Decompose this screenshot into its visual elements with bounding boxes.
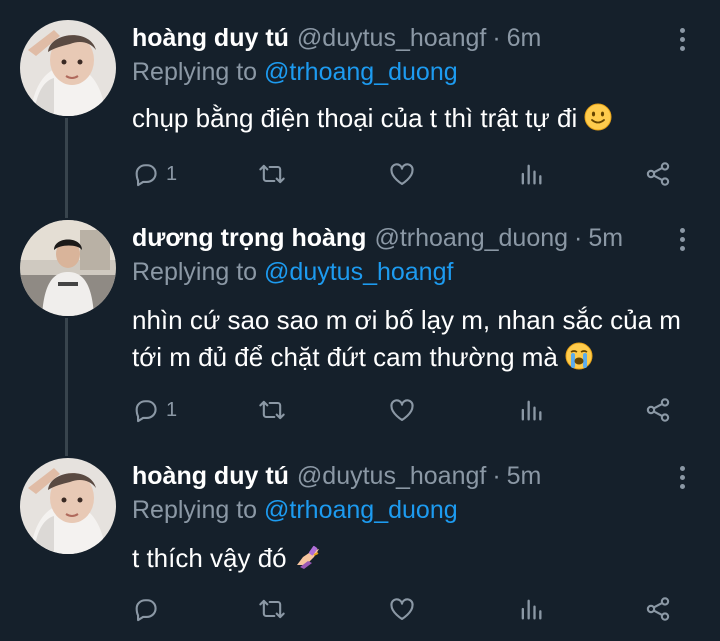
- analytics-icon: [521, 599, 542, 620]
- tweet-text-line: tới m đủ để chặt đứt cam thường mà: [132, 342, 558, 372]
- analytics-button[interactable]: [517, 159, 545, 189]
- display-name[interactable]: dương trọng hoàng: [132, 224, 366, 253]
- more-options-icon[interactable]: [678, 228, 686, 256]
- reply-button[interactable]: [132, 594, 166, 624]
- slightly-smiling-face-icon: [584, 103, 612, 141]
- tweet[interactable]: hoàng duy tú @duytus_hoangf · 6m Replyin…: [0, 20, 720, 200]
- retweet-icon: [259, 400, 285, 420]
- avatar[interactable]: [20, 458, 116, 554]
- timestamp[interactable]: 5m: [588, 224, 623, 253]
- reply-count: 1: [166, 162, 178, 185]
- reply-icon: [135, 599, 157, 622]
- share-button[interactable]: [644, 594, 672, 624]
- tweet[interactable]: hoàng duy tú @duytus_hoangf · 5m Replyin…: [0, 458, 720, 638]
- tweet-actions: [132, 594, 682, 624]
- display-name[interactable]: hoàng duy tú: [132, 24, 289, 53]
- timestamp[interactable]: 5m: [507, 462, 542, 491]
- tweet-text-line: chụp bằng điện thoại của t thì trật tự đ…: [132, 103, 578, 133]
- like-icon: [390, 399, 414, 421]
- replying-to: Replying to @trhoang_duong: [132, 496, 458, 525]
- replying-prefix: Replying to: [132, 58, 258, 86]
- tweet-text: chụp bằng điện thoại của t thì trật tự đ…: [132, 100, 612, 141]
- more-options-icon[interactable]: [678, 28, 686, 56]
- analytics-button[interactable]: [517, 395, 545, 425]
- retweet-button[interactable]: [258, 395, 286, 425]
- like-icon: [390, 598, 414, 620]
- reply-count: 1: [166, 398, 178, 421]
- replying-to-mention[interactable]: @trhoang_duong: [264, 58, 458, 86]
- replying-to: Replying to @duytus_hoangf: [132, 258, 453, 287]
- retweet-icon: [259, 599, 285, 619]
- like-button[interactable]: [388, 159, 416, 189]
- share-icon: [646, 398, 670, 422]
- display-name[interactable]: hoàng duy tú: [132, 462, 289, 491]
- tweet-actions: 1: [132, 395, 682, 425]
- tweet[interactable]: dương trọng hoàng @trhoang_duong · 5m Re…: [0, 220, 720, 440]
- tweet-text-line: nhìn cứ sao sao m ơi bố lạy m, nhan sắc …: [132, 305, 681, 335]
- tweet-actions: 1: [132, 159, 682, 189]
- retweet-button[interactable]: [258, 159, 286, 189]
- analytics-icon: [521, 164, 542, 185]
- tweet-text: nhìn cứ sao sao m ơi bố lạy m, nhan sắc …: [132, 302, 681, 380]
- retweet-button[interactable]: [258, 594, 286, 624]
- replying-to-mention[interactable]: @trhoang_duong: [264, 496, 458, 524]
- loudly-crying-face-icon: [565, 342, 593, 380]
- separator: ·: [492, 462, 501, 490]
- analytics-icon: [521, 400, 542, 421]
- share-button[interactable]: [644, 159, 672, 189]
- replying-to-mention[interactable]: @duytus_hoangf: [264, 258, 453, 286]
- tweet-text: t thích vậy đó: [132, 540, 322, 581]
- replying-prefix: Replying to: [132, 496, 258, 524]
- analytics-button[interactable]: [517, 594, 545, 624]
- replying-to: Replying to @trhoang_duong: [132, 58, 458, 87]
- reply-button[interactable]: 1: [132, 159, 177, 189]
- avatar[interactable]: [20, 20, 116, 116]
- avatar[interactable]: [20, 220, 116, 316]
- like-icon: [390, 163, 414, 185]
- retweet-icon: [259, 164, 285, 184]
- replying-prefix: Replying to: [132, 258, 258, 286]
- reply-icon: [135, 400, 157, 423]
- reply-icon: [135, 164, 157, 187]
- share-icon: [646, 162, 670, 186]
- share-icon: [646, 597, 670, 621]
- tweet-text-line: t thích vậy đó: [132, 543, 287, 573]
- separator: ·: [574, 224, 583, 252]
- like-button[interactable]: [388, 594, 416, 624]
- separator: ·: [492, 24, 501, 52]
- timestamp[interactable]: 6m: [507, 24, 542, 53]
- share-button[interactable]: [644, 395, 672, 425]
- user-handle[interactable]: @duytus_hoangf: [297, 462, 486, 491]
- like-button[interactable]: [388, 395, 416, 425]
- user-handle[interactable]: @duytus_hoangf: [297, 24, 486, 53]
- nail-polish-icon: [294, 543, 322, 581]
- user-handle[interactable]: @trhoang_duong: [374, 224, 568, 253]
- reply-button[interactable]: 1: [132, 395, 177, 425]
- more-options-icon[interactable]: [678, 466, 686, 494]
